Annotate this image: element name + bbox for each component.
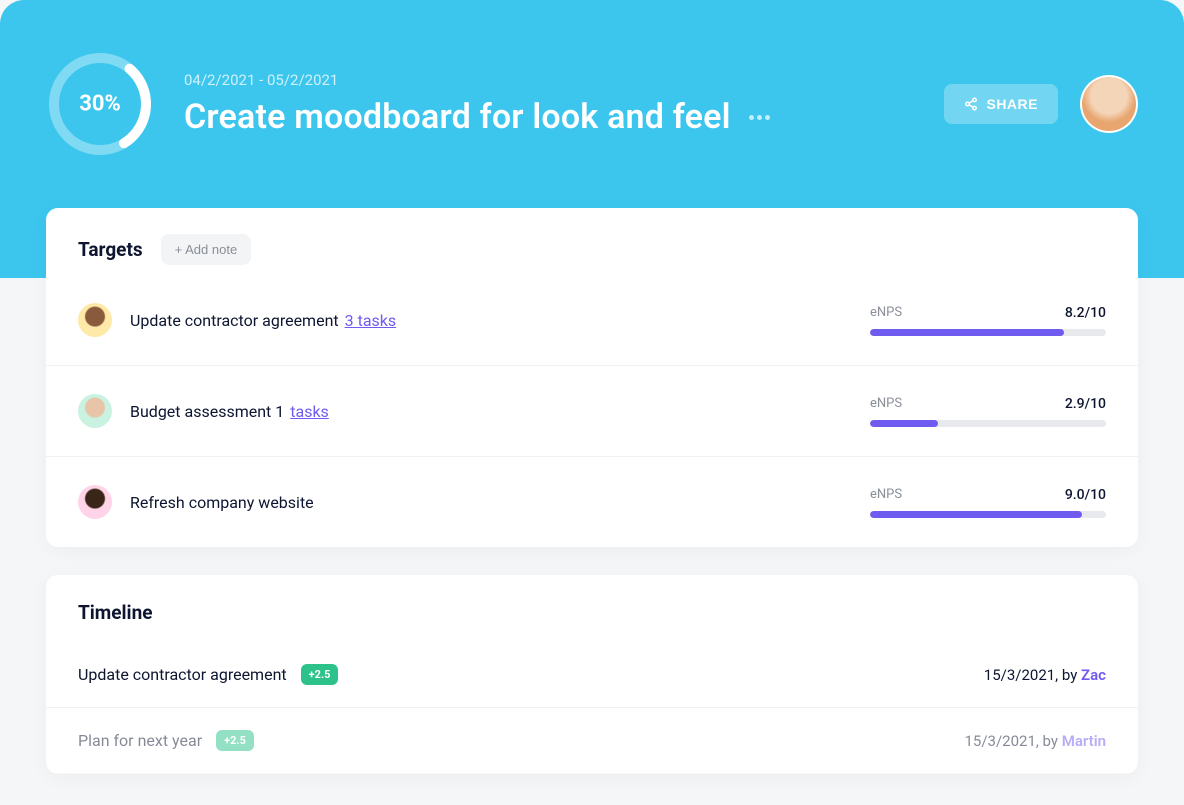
targets-card: Targets + Add note Update contractor agr…: [46, 208, 1138, 547]
timeline-meta: 15/3/2021, by Martin: [965, 732, 1107, 750]
timeline-item-title: Update contractor agreement: [78, 665, 287, 684]
more-icon[interactable]: [749, 115, 770, 120]
metric-bar: [870, 329, 1064, 336]
delta-badge: +2.5: [216, 730, 254, 751]
metric: eNPS 9.0/10: [870, 487, 1106, 518]
metric-value: 8.2/10: [1065, 305, 1106, 321]
share-button[interactable]: SHARE: [944, 84, 1058, 124]
metric-value: 9.0/10: [1065, 487, 1106, 503]
avatar: [78, 394, 112, 428]
header-actions: SHARE: [944, 75, 1138, 133]
delta-badge: +2.5: [301, 664, 339, 685]
target-row[interactable]: Update contractor agreement 3 tasks eNPS…: [46, 275, 1138, 366]
metric-label: eNPS: [870, 396, 902, 412]
timeline-meta: 15/3/2021, by Zac: [984, 666, 1106, 684]
timeline-card: Timeline Update contractor agreement +2.…: [46, 575, 1138, 774]
date-range: 04/2/2021 - 05/2/2021: [184, 71, 914, 89]
timeline-item-title: Plan for next year: [78, 731, 202, 750]
metric: eNPS 2.9/10: [870, 396, 1106, 427]
share-label: SHARE: [986, 96, 1038, 112]
metric-label: eNPS: [870, 305, 902, 321]
add-note-button[interactable]: + Add note: [161, 234, 252, 265]
avatar: [78, 485, 112, 519]
avatar[interactable]: [1080, 75, 1138, 133]
target-text: Update contractor agreement: [130, 311, 339, 330]
timeline-row[interactable]: Update contractor agreement +2.5 15/3/20…: [46, 642, 1138, 708]
metric-bar: [870, 420, 938, 427]
target-text: Budget assessment 1: [130, 402, 284, 421]
header-info: 04/2/2021 - 05/2/2021 Create moodboard f…: [184, 71, 914, 137]
metric: eNPS 8.2/10: [870, 305, 1106, 336]
timeline-user: Zac: [1081, 666, 1106, 684]
task-link[interactable]: 3 tasks: [345, 311, 397, 330]
avatar: [78, 303, 112, 337]
timeline-title: Timeline: [78, 601, 1106, 624]
target-row[interactable]: Refresh company website eNPS 9.0/10: [46, 457, 1138, 547]
target-row[interactable]: Budget assessment 1 tasks eNPS 2.9/10: [46, 366, 1138, 457]
target-text: Refresh company website: [130, 493, 314, 512]
timeline-row[interactable]: Plan for next year +2.5 15/3/2021, by Ma…: [46, 708, 1138, 774]
progress-label: 30%: [79, 92, 121, 117]
metric-bar: [870, 511, 1082, 518]
metric-value: 2.9/10: [1065, 396, 1106, 412]
targets-title: Targets: [78, 238, 143, 261]
timeline-user: Martin: [1062, 732, 1106, 750]
page-title: Create moodboard for look and feel: [184, 97, 731, 137]
metric-label: eNPS: [870, 487, 902, 503]
progress-ring: 30%: [46, 50, 154, 158]
task-link[interactable]: tasks: [290, 402, 329, 421]
share-icon: [964, 97, 978, 111]
